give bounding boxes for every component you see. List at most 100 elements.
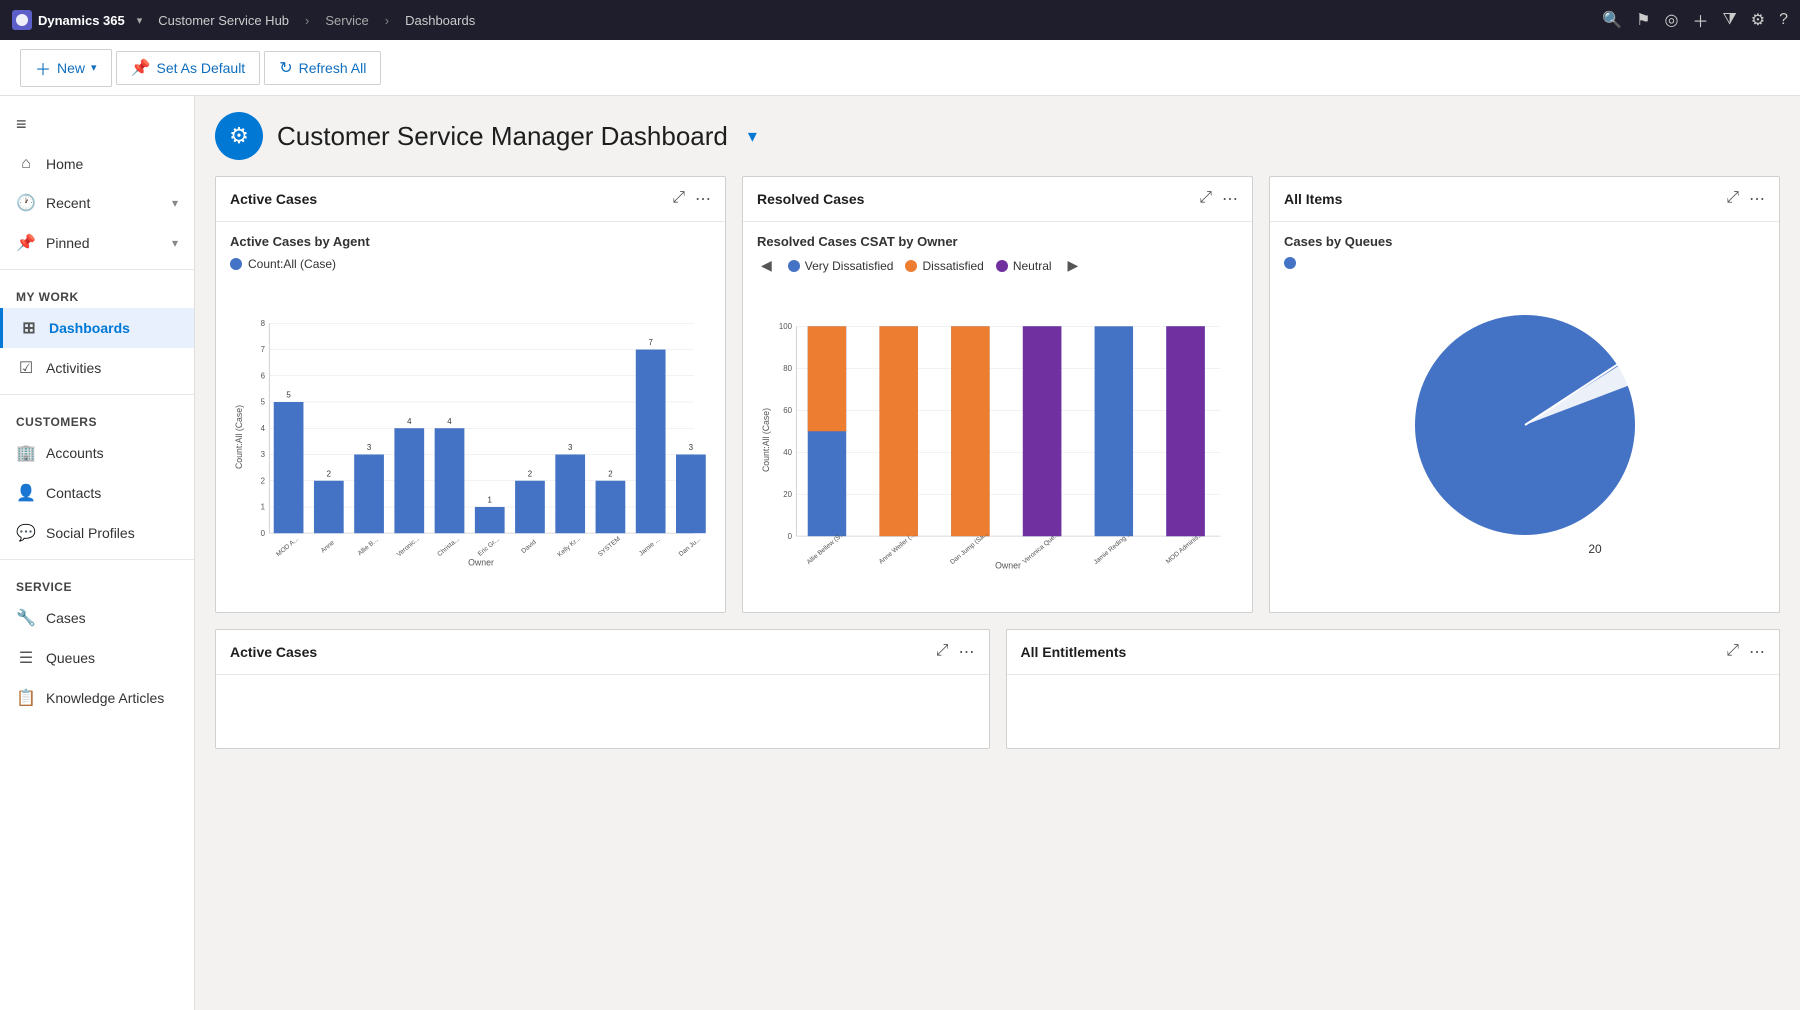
content-area: ⚙ Customer Service Manager Dashboard ▾ A… (195, 96, 1800, 1010)
plus-icon[interactable]: ＋ (1692, 8, 1708, 32)
new-button[interactable]: ＋ New ▾ (20, 49, 112, 87)
sidebar-item-knowledge-articles[interactable]: 📋 Knowledge Articles (0, 678, 194, 718)
topbar-chevron[interactable]: ▾ (137, 14, 143, 27)
active-cases-legend-dot (230, 258, 242, 270)
topbar-breadcrumb2[interactable]: Dashboards (405, 13, 475, 28)
svg-text:Owner: Owner (468, 558, 494, 568)
dashboard-dropdown-icon[interactable]: ▾ (748, 126, 757, 147)
sidebar-item-contacts[interactable]: 👤 Contacts (0, 473, 194, 513)
legend-prev-icon[interactable]: ◀ (761, 257, 772, 274)
sidebar-home-label: Home (46, 156, 83, 172)
resolved-cases-chart: Count:All (Case) 0 20 40 60 (757, 280, 1238, 600)
active-cases-title: Active Cases (230, 191, 672, 207)
all-items-more-icon[interactable]: ⋯ (1749, 189, 1765, 209)
dissatisfied-dot (905, 260, 917, 272)
resolved-cases-card: Resolved Cases ⤢ ⋯ Resolved Cases CSAT b… (742, 176, 1253, 613)
sidebar-social-label: Social Profiles (46, 525, 135, 541)
svg-text:1: 1 (488, 496, 492, 505)
all-entitlements-expand-icon[interactable]: ⤢ (1726, 642, 1739, 662)
resolved-cases-body: Resolved Cases CSAT by Owner ◀ Very Diss… (743, 222, 1252, 612)
sidebar-item-social-profiles[interactable]: 💬 Social Profiles (0, 513, 194, 553)
resolved-cases-legend: ◀ Very Dissatisfied Dissatisfied Neutral (757, 257, 1238, 274)
svg-text:0: 0 (261, 529, 266, 538)
all-items-body: Cases by Queues (1270, 222, 1779, 612)
refresh-button[interactable]: ↻ Refresh All (264, 51, 381, 85)
sidebar-item-queues[interactable]: ☰ Queues (0, 638, 194, 678)
knowledge-icon: 📋 (16, 688, 36, 708)
sidebar-knowledge-label: Knowledge Articles (46, 690, 164, 706)
sidebar-item-recent[interactable]: 🕐 Recent ▾ (0, 183, 194, 223)
recent-icon: 🕐 (16, 193, 36, 213)
accounts-icon: 🏢 (16, 443, 36, 463)
active-cases-subtitle: Active Cases by Agent (230, 234, 711, 249)
all-items-legend-dot (1284, 257, 1296, 269)
svg-text:7: 7 (261, 345, 265, 354)
bottom-active-expand-icon[interactable]: ⤢ (936, 642, 949, 662)
location-icon[interactable]: ◎ (1664, 10, 1678, 30)
set-default-button[interactable]: 📌 Set As Default (116, 51, 261, 85)
new-dropdown-icon[interactable]: ▾ (91, 61, 97, 74)
sidebar-item-accounts[interactable]: 🏢 Accounts (0, 433, 194, 473)
dynamics-logo[interactable]: Dynamics 365 (12, 10, 125, 30)
activities-icon: ☑ (16, 358, 36, 378)
flag-icon[interactable]: ⚑ (1636, 10, 1650, 30)
sidebar-item-pinned[interactable]: 📌 Pinned ▾ (0, 223, 194, 263)
search-icon[interactable]: 🔍 (1602, 10, 1622, 30)
svg-text:3: 3 (367, 443, 372, 452)
active-cases-expand-icon[interactable]: ⤢ (672, 189, 685, 209)
svg-text:3: 3 (568, 443, 573, 452)
bar-0 (274, 402, 304, 533)
top-cards-row: Active Cases ⤢ ⋯ Active Cases by Agent C… (215, 176, 1780, 613)
resolved-cases-title: Resolved Cases (757, 191, 1199, 207)
all-items-expand-icon[interactable]: ⤢ (1726, 189, 1739, 209)
bar-9 (636, 350, 666, 534)
refresh-label: Refresh All (299, 60, 367, 76)
resolved-cases-header: Resolved Cases ⤢ ⋯ (743, 177, 1252, 222)
legend-next-icon[interactable]: ▶ (1068, 257, 1079, 274)
all-entitlements-title: All Entitlements (1021, 644, 1727, 660)
sidebar-item-home[interactable]: ⌂ Home (0, 145, 194, 183)
recent-expand-icon[interactable]: ▾ (172, 196, 178, 210)
bottom-active-more-icon[interactable]: ⋯ (959, 642, 975, 662)
all-items-pie-chart: 20 (1284, 275, 1765, 595)
pie-svg: 20 (1375, 295, 1675, 575)
stacked-bar-0-d (808, 326, 846, 431)
all-entitlements-more-icon[interactable]: ⋯ (1749, 642, 1765, 662)
hamburger-button[interactable]: ≡ (0, 104, 194, 145)
resolved-cases-more-icon[interactable]: ⋯ (1222, 189, 1238, 209)
svg-text:Jamie ...: Jamie ... (638, 536, 662, 557)
sidebar-item-dashboards[interactable]: ⊞ Dashboards (0, 308, 194, 348)
bar-4 (435, 428, 465, 533)
active-cases-header: Active Cases ⤢ ⋯ (216, 177, 725, 222)
active-cases-card: Active Cases ⤢ ⋯ Active Cases by Agent C… (215, 176, 726, 613)
svg-text:80: 80 (783, 364, 792, 373)
svg-text:3: 3 (689, 443, 694, 452)
settings-icon[interactable]: ⚙ (1751, 10, 1765, 30)
pinned-expand-icon[interactable]: ▾ (172, 236, 178, 250)
sidebar-divider-2 (0, 394, 194, 395)
sidebar-dashboards-label: Dashboards (49, 320, 130, 336)
svg-text:MOD A...: MOD A... (275, 536, 300, 559)
bottom-active-cases-title: Active Cases (230, 644, 936, 660)
sidebar-item-activities[interactable]: ☑ Activities (0, 348, 194, 388)
pinned-icon: 📌 (16, 233, 36, 253)
active-cases-header-icons: ⤢ ⋯ (672, 189, 711, 209)
svg-text:Eric Gr...: Eric Gr... (477, 536, 501, 558)
stacked-bar-1-d (879, 326, 917, 536)
resolved-cases-expand-icon[interactable]: ⤢ (1199, 189, 1212, 209)
filter-icon[interactable]: ⧩ (1722, 11, 1736, 29)
bar-2 (354, 454, 384, 533)
new-icon: ＋ (35, 56, 51, 80)
all-items-card: All Items ⤢ ⋯ Cases by Queues (1269, 176, 1780, 613)
help-icon[interactable]: ? (1779, 11, 1788, 29)
topbar-breadcrumb1[interactable]: Service (325, 13, 368, 28)
dynamics-name: Dynamics 365 (38, 13, 125, 28)
svg-text:Veronic...: Veronic... (396, 535, 422, 558)
svg-text:60: 60 (783, 406, 792, 415)
active-cases-more-icon[interactable]: ⋯ (695, 189, 711, 209)
svg-text:Anne: Anne (320, 539, 336, 554)
sidebar-item-cases[interactable]: 🔧 Cases (0, 598, 194, 638)
bottom-active-cases-card: Active Cases ⤢ ⋯ (215, 629, 990, 749)
svg-text:David: David (520, 539, 538, 555)
topbar-sep2: › (385, 13, 389, 28)
